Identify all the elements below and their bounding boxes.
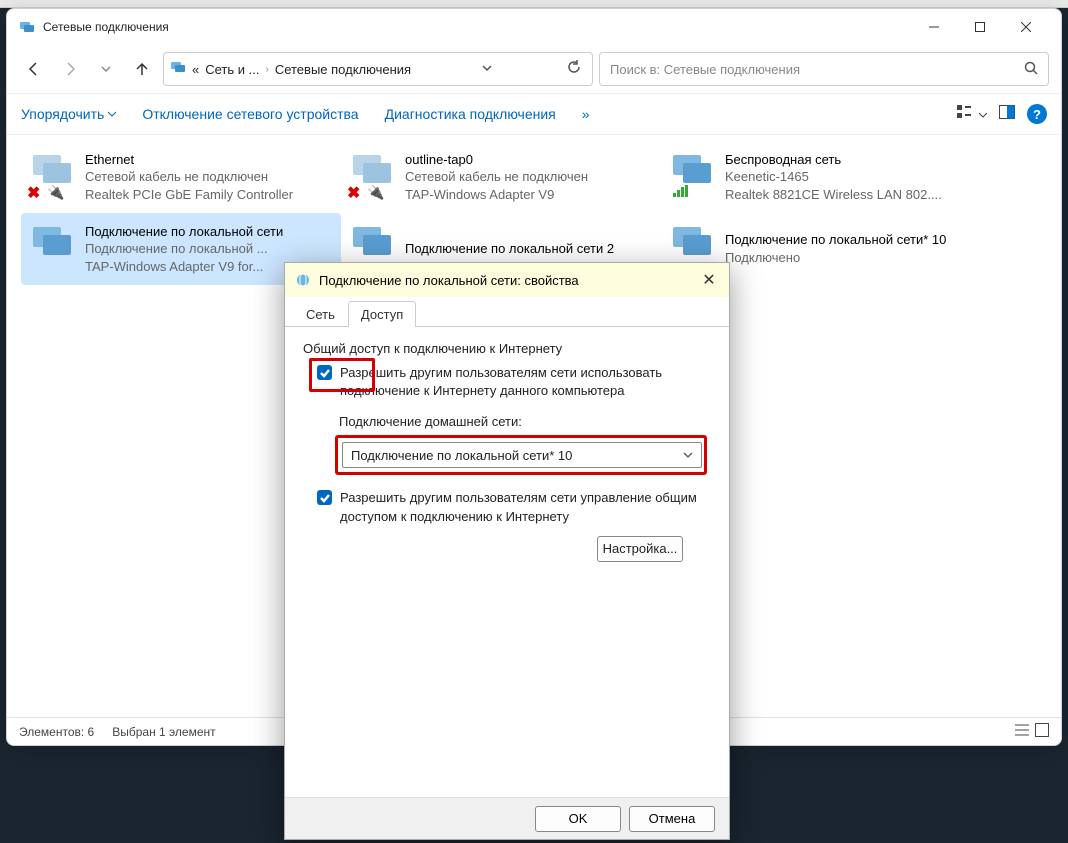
- tab-network[interactable]: Сеть: [293, 301, 348, 327]
- dialog-footer: OK Отмена: [285, 797, 729, 839]
- connection-status: Подключение по локальной ...: [85, 240, 335, 258]
- window-controls: [911, 11, 1049, 43]
- connection-text: Беспроводная сетьKeenetic-1465Realtek 88…: [719, 145, 975, 209]
- search-input[interactable]: Поиск в: Сетевые подключения: [599, 52, 1049, 86]
- tab-strip: Сеть Доступ: [285, 297, 729, 327]
- connection-name: Подключение по локальной сети 2: [405, 240, 655, 258]
- maximize-button[interactable]: [957, 11, 1003, 43]
- connection-name: Подключение по локальной сети: [85, 223, 335, 241]
- connection-properties-dialog: Подключение по локальной сети: свойства …: [284, 262, 730, 840]
- location-icon: [170, 59, 186, 80]
- connection-icon: [27, 217, 79, 277]
- connection-tile[interactable]: Беспроводная сетьKeenetic-1465Realtek 88…: [661, 141, 981, 213]
- connection-text: outline-tap0Сетевой кабель не подключенT…: [399, 145, 655, 209]
- breadcrumb-separator-icon: ›: [265, 64, 268, 75]
- connection-device: TAP-Windows Adapter V9: [405, 186, 655, 204]
- view-controls: ?: [957, 104, 1047, 124]
- connection-device: Realtek PCIe GbE Family Controller: [85, 186, 335, 204]
- allow-control-label: Разрешить другим пользователям сети упра…: [340, 489, 711, 525]
- connection-status: Keenetic-1465: [725, 168, 975, 186]
- search-icon: [1024, 61, 1038, 78]
- large-icons-view-button[interactable]: [1035, 723, 1049, 740]
- history-dropdown[interactable]: [91, 54, 121, 84]
- help-button[interactable]: ?: [1027, 104, 1047, 124]
- dialog-icon: [295, 272, 311, 288]
- connection-name: Беспроводная сеть: [725, 151, 975, 169]
- allow-share-checkbox[interactable]: [317, 365, 332, 380]
- connection-device: Realtek 8821CE Wireless LAN 802....: [725, 186, 975, 204]
- diagnose-button[interactable]: Диагностика подключения: [385, 106, 556, 122]
- details-view-button[interactable]: [1015, 723, 1029, 740]
- navigation-bar: « Сеть и ... › Сетевые подключения Поиск…: [7, 45, 1061, 93]
- connection-tile[interactable]: ✖🔌EthernetСетевой кабель не подключенRea…: [21, 141, 341, 213]
- connection-status: Подключено: [725, 249, 975, 267]
- disable-device-button[interactable]: Отключение сетевого устройства: [142, 106, 358, 122]
- selection-count: Выбран 1 элемент: [112, 725, 215, 739]
- refresh-button[interactable]: [562, 60, 586, 79]
- ok-button[interactable]: OK: [535, 806, 621, 832]
- allow-share-label: Разрешить другим пользователям сети испо…: [340, 364, 711, 400]
- organize-menu[interactable]: Упорядочить: [21, 106, 116, 122]
- allow-control-checkbox[interactable]: [317, 490, 332, 505]
- home-network-select[interactable]: Подключение по локальной сети* 10: [342, 442, 702, 468]
- highlight-home-network: Подключение по локальной сети* 10: [335, 435, 707, 475]
- sharing-group-title: Общий доступ к подключению к Интернету: [303, 341, 711, 356]
- settings-button[interactable]: Настройка...: [597, 536, 683, 562]
- breadcrumb-prefix: «: [192, 62, 199, 77]
- titlebar: Сетевые подключения: [7, 9, 1061, 45]
- address-dropdown-icon[interactable]: [475, 60, 499, 78]
- dialog-title: Подключение по локальной сети: свойства: [319, 273, 699, 288]
- connection-icon: ✖🔌: [27, 145, 79, 205]
- connection-name: Ethernet: [85, 151, 335, 169]
- address-bar[interactable]: « Сеть и ... › Сетевые подключения: [163, 52, 593, 86]
- minimize-button[interactable]: [911, 11, 957, 43]
- connection-text: Подключение по локальной сети* 10Подключ…: [719, 217, 975, 281]
- item-count: Элементов: 6: [19, 725, 94, 739]
- back-button[interactable]: [19, 54, 49, 84]
- cancel-button[interactable]: Отмена: [629, 806, 715, 832]
- connection-status: Сетевой кабель не подключен: [85, 168, 335, 186]
- forward-button[interactable]: [55, 54, 85, 84]
- dialog-close-button[interactable]: ✕: [699, 270, 719, 290]
- up-button[interactable]: [127, 54, 157, 84]
- window-title: Сетевые подключения: [43, 20, 911, 34]
- breadcrumb-network[interactable]: Сеть и ...: [205, 62, 259, 77]
- connection-icon: [667, 145, 719, 205]
- preview-pane-button[interactable]: [999, 105, 1015, 124]
- connection-name: Подключение по локальной сети* 10: [725, 231, 975, 249]
- dialog-titlebar: Подключение по локальной сети: свойства …: [285, 263, 729, 297]
- view-options-button[interactable]: [957, 105, 987, 124]
- connection-text: EthernetСетевой кабель не подключенRealt…: [79, 145, 335, 209]
- search-placeholder: Поиск в: Сетевые подключения: [610, 62, 1024, 77]
- breadcrumb-current[interactable]: Сетевые подключения: [275, 62, 411, 77]
- tab-sharing[interactable]: Доступ: [348, 301, 416, 327]
- more-commands-button[interactable]: »: [582, 106, 590, 122]
- connection-tile[interactable]: ✖🔌outline-tap0Сетевой кабель не подключе…: [341, 141, 661, 213]
- connection-icon: ✖🔌: [347, 145, 399, 205]
- allow-control-checkbox-row: Разрешить другим пользователям сети упра…: [317, 489, 711, 525]
- home-network-label: Подключение домашней сети:: [339, 414, 711, 429]
- window-icon: [19, 19, 35, 35]
- dialog-body: Общий доступ к подключению к Интернету Р…: [285, 327, 729, 576]
- allow-share-checkbox-row: Разрешить другим пользователям сети испо…: [317, 364, 711, 400]
- home-network-value: Подключение по локальной сети* 10: [351, 448, 572, 463]
- command-bar: Упорядочить Отключение сетевого устройст…: [7, 93, 1061, 135]
- connection-name: outline-tap0: [405, 151, 655, 169]
- chevron-down-icon: [683, 448, 693, 463]
- connection-status: Сетевой кабель не подключен: [405, 168, 655, 186]
- close-button[interactable]: [1003, 11, 1049, 43]
